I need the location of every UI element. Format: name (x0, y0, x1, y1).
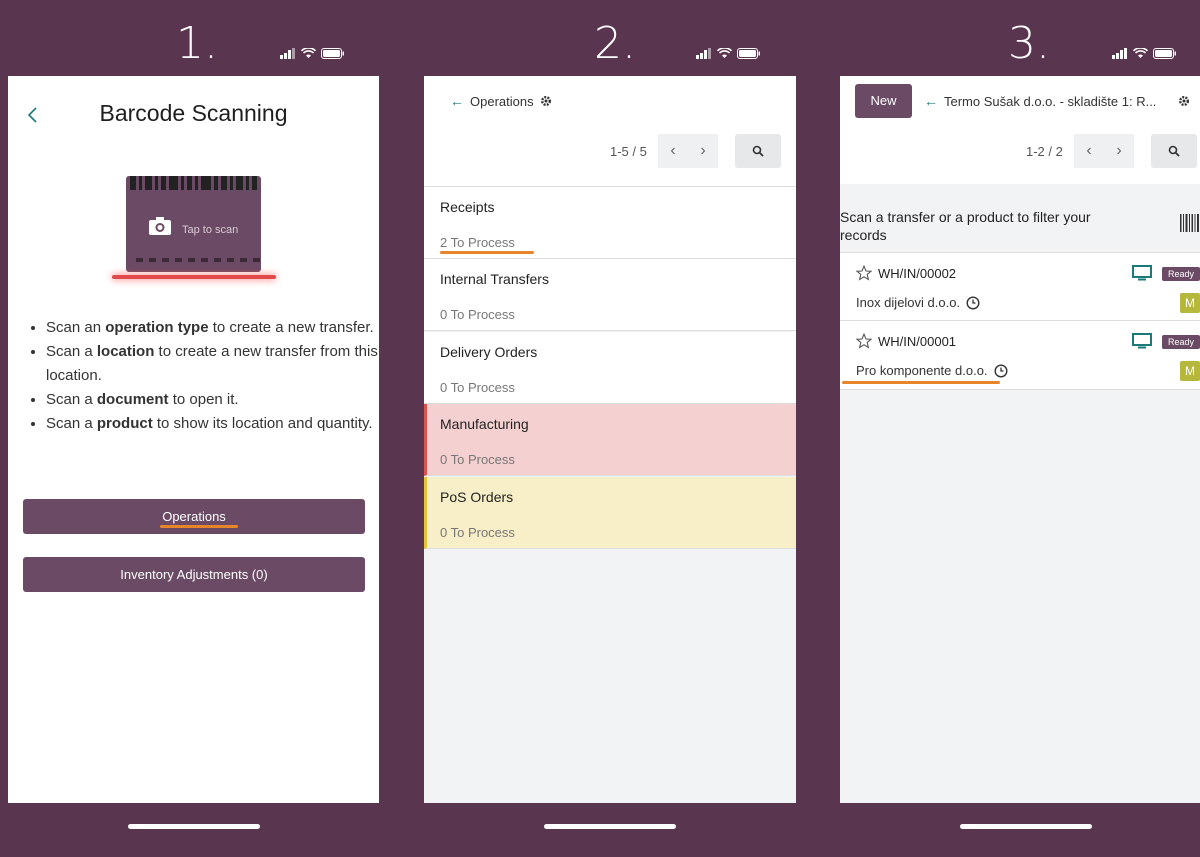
list-item[interactable]: PoS Orders 0 To Process (424, 477, 796, 549)
status-bar: 2. (424, 0, 796, 76)
wifi-icon (717, 47, 732, 58)
clock-icon (966, 295, 980, 310)
scan-laser-line (112, 275, 276, 279)
monitor-icon (1132, 265, 1152, 281)
chevron-right-icon[interactable]: › (688, 134, 718, 168)
operation-count: 0 To Process (440, 452, 515, 467)
barcode-icon[interactable] (1180, 214, 1200, 232)
record-partner: Pro komponente d.o.o. (856, 363, 1008, 378)
gear-icon[interactable] (1178, 95, 1190, 107)
gear-icon[interactable] (540, 95, 552, 107)
operation-name: Manufacturing (440, 416, 529, 432)
camera-icon (148, 216, 172, 236)
list-item[interactable]: Manufacturing 0 To Process (424, 404, 796, 476)
operation-name: PoS Orders (440, 489, 514, 505)
breadcrumb-label[interactable]: Operations (470, 94, 534, 109)
star-icon[interactable] (856, 265, 872, 281)
step-number: 2. (594, 18, 636, 69)
avatar: M (1180, 293, 1200, 313)
operations-list: Receipts 2 To Process Internal Transfers… (424, 186, 796, 803)
highlight-underline (160, 525, 238, 528)
search-icon (1168, 145, 1180, 157)
record-reference: WH/IN/00002 (856, 265, 956, 281)
scan-camera-area[interactable]: Tap to scan (126, 176, 261, 272)
pager-value: 1-2 / 2 (1026, 144, 1063, 159)
step-number: 1. (176, 18, 218, 69)
instruction-item: Scan a document to open it. (46, 388, 379, 412)
step-number: 3. (1008, 18, 1050, 69)
status-badge: Ready (1161, 267, 1200, 281)
list-item[interactable]: Receipts 2 To Process (424, 187, 796, 259)
instruction-item: Scan a product to show its location and … (46, 412, 379, 436)
chevron-left-icon[interactable]: ‹ (1074, 134, 1104, 168)
pager-value: 1-5 / 5 (610, 144, 647, 159)
back-arrow-icon[interactable]: ← (924, 93, 938, 109)
barcode-graphic (130, 176, 257, 190)
chevron-left-icon[interactable]: ‹ (658, 134, 688, 168)
instructions-list: Scan an operation type to create a new t… (30, 316, 379, 436)
operation-count: 0 To Process (440, 307, 515, 322)
signal-icon (1112, 47, 1127, 59)
records-area: Scan a transfer or a product to filter y… (840, 184, 1200, 803)
status-icons (696, 46, 761, 60)
home-indicator (960, 824, 1092, 829)
search-icon (752, 145, 764, 157)
list-item[interactable]: WH/IN/00001 Ready Pro komponente d.o.o. … (840, 321, 1200, 390)
phone-screenshot-step-3: 3. New ← Termo Sušak d.o.o. - skladište … (840, 0, 1200, 857)
list-item[interactable]: Delivery Orders 0 To Process (424, 332, 796, 404)
battery-icon (321, 47, 344, 59)
operation-name: Delivery Orders (440, 344, 538, 360)
operation-name: Internal Transfers (440, 271, 549, 287)
search-button[interactable] (735, 134, 781, 168)
filter-hint: Scan a transfer or a product to filter y… (840, 209, 1091, 243)
tap-to-scan-label: Tap to scan (182, 224, 239, 236)
operation-count: 2 To Process (440, 235, 515, 250)
list-item[interactable]: Internal Transfers 0 To Process (424, 259, 796, 331)
monitor-icon (1132, 333, 1152, 349)
wifi-icon (1133, 47, 1148, 58)
operation-count: 0 To Process (440, 380, 515, 395)
record-reference: WH/IN/00001 (856, 333, 956, 349)
status-bar: 3. (840, 0, 1200, 76)
barcode-digits (136, 258, 260, 262)
phone-screenshot-step-2: 2. ← Operations 1-5 / 5 ‹ › Receipts 2 T… (424, 0, 796, 857)
highlight-underline (842, 381, 1000, 384)
search-button[interactable] (1151, 134, 1197, 168)
breadcrumb: ← Operations (450, 93, 552, 109)
breadcrumb: ← Termo Sušak d.o.o. - skladište 1: R... (924, 93, 1156, 109)
back-arrow-icon[interactable]: ← (450, 93, 464, 109)
instruction-item: Scan an operation type to create a new t… (46, 316, 379, 340)
highlight-underline (440, 251, 534, 254)
signal-icon (696, 47, 711, 59)
receipts-list-screen: New ← Termo Sušak d.o.o. - skladište 1: … (840, 76, 1200, 803)
status-icons (280, 46, 345, 60)
page-title: Barcode Scanning (99, 100, 288, 126)
status-icons (1112, 46, 1177, 60)
breadcrumb-label[interactable]: Termo Sušak d.o.o. - skladište 1: R... (944, 94, 1156, 109)
wifi-icon (301, 47, 316, 58)
instruction-item: Scan a location to create a new transfer… (46, 340, 379, 388)
status-bar: 1. (8, 0, 379, 76)
clock-icon (994, 363, 1008, 378)
status-badge: Ready (1161, 335, 1200, 349)
operations-screen: ← Operations 1-5 / 5 ‹ › Receipts 2 To P… (424, 76, 796, 803)
avatar: M (1180, 361, 1200, 381)
battery-icon (1153, 47, 1176, 59)
operation-name: Receipts (440, 199, 495, 215)
star-icon[interactable] (856, 333, 872, 349)
barcode-scanning-screen: Barcode Scanning Tap to scan Scan an ope… (8, 76, 379, 803)
signal-icon (280, 47, 295, 59)
battery-icon (737, 47, 760, 59)
new-button[interactable]: New (855, 84, 912, 118)
chevron-right-icon[interactable]: › (1104, 134, 1134, 168)
list-item[interactable]: WH/IN/00002 Ready Inox dijelovi d.o.o. M (840, 252, 1200, 321)
home-indicator (128, 824, 260, 829)
record-partner: Inox dijelovi d.o.o. (856, 295, 980, 310)
phone-screenshot-step-1: 1. Barcode Scanning Tap to scan Scan an … (8, 0, 379, 857)
operations-button[interactable]: Operations (23, 499, 365, 534)
operation-count: 0 To Process (440, 525, 515, 540)
home-indicator (544, 824, 676, 829)
inventory-adjustments-button[interactable]: Inventory Adjustments (0) (23, 557, 365, 592)
